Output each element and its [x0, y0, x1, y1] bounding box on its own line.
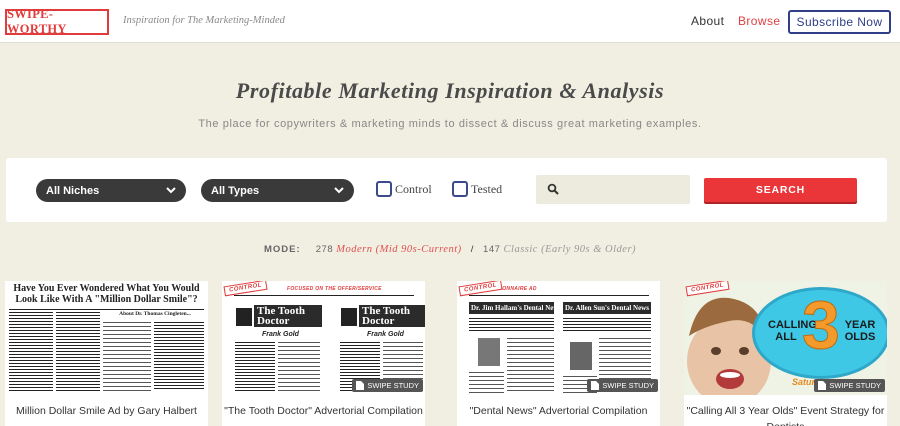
site-logo[interactable]: SWIPE-WORTHY	[5, 7, 109, 36]
swipe-study-badge: SWIPE STUDY	[587, 379, 658, 392]
nav-browse-link[interactable]: Browse	[738, 14, 780, 28]
swipe-study-badge: SWIPE STUDY	[352, 379, 423, 392]
subscribe-button[interactable]: Subscribe Now	[788, 10, 891, 34]
bubble-number: 3	[802, 287, 841, 363]
page-subtitle: The place for copywriters & marketing mi…	[198, 118, 702, 130]
tested-checkbox-label[interactable]: Tested	[471, 182, 502, 197]
card-title[interactable]: "Calling All 3 Year Olds" Event Strategy…	[684, 403, 887, 426]
swipe-card[interactable]: CALLING ALL 3 YEAR OLDS Saturday CONTROL…	[684, 281, 887, 426]
bubble-text-left: CALLING ALL	[768, 319, 817, 343]
doctor-name-left: Frank Gold	[262, 331, 299, 338]
control-checkbox-label[interactable]: Control	[395, 182, 432, 197]
type-select-value: All Types	[211, 184, 260, 197]
page-title: Profitable Marketing Inspiration & Analy…	[235, 78, 665, 103]
swipe-study-badge: SWIPE STUDY	[814, 379, 885, 392]
document-icon	[356, 381, 365, 390]
search-icon	[547, 183, 559, 195]
mode-modern-link[interactable]: Modern (Mid 90s-Current)	[336, 244, 461, 255]
mode-label: MODE:	[263, 244, 301, 255]
card-thumbnail[interactable]: FOCUSED ON THE OFFER/SERVICE The Tooth D…	[222, 281, 425, 395]
control-checkbox[interactable]	[376, 181, 392, 197]
ad-byline: About Dr. Thomas Cingleten...	[119, 311, 191, 317]
filter-bar: All Niches All Types Control Tested SEAR…	[6, 158, 887, 222]
swipe-card[interactable]: QUIZ/QUESTIONNAIRE AD Dr. Jim Hallam's D…	[457, 281, 660, 426]
doctor-name-right: Frank Gold	[367, 331, 404, 338]
card-thumbnail[interactable]: CALLING ALL 3 YEAR OLDS Saturday CONTROL…	[684, 281, 887, 395]
card-title[interactable]: Million Dollar Smile Ad by Gary Halbert	[5, 403, 208, 419]
chevron-down-icon	[334, 187, 344, 194]
doctor-photo	[477, 337, 501, 367]
tested-checkbox[interactable]	[452, 181, 468, 197]
masthead-right: Dr. Allen Sun's Dental News	[565, 304, 649, 312]
card-thumbnail[interactable]: QUIZ/QUESTIONNAIRE AD Dr. Jim Hallam's D…	[457, 281, 660, 395]
document-icon	[591, 381, 600, 390]
chevron-down-icon	[166, 187, 176, 194]
classic-count: 147	[483, 244, 501, 255]
site-header: SWIPE-WORTHY Inspiration for The Marketi…	[0, 0, 900, 43]
search-button[interactable]: SEARCH	[704, 178, 857, 202]
site-tagline: Inspiration for The Marketing-Minded	[123, 15, 285, 26]
nav-about-link[interactable]: About	[691, 14, 724, 28]
card-thumbnail[interactable]: Have You Ever Wondered What You Would Lo…	[5, 281, 208, 395]
niche-select-value: All Niches	[46, 184, 100, 197]
ad-banner-left: The Tooth Doctor	[254, 305, 322, 327]
doctor-photo	[340, 307, 358, 327]
card-title[interactable]: "Dental News" Advertorial Compilation	[457, 403, 660, 419]
type-select[interactable]: All Types	[201, 179, 354, 202]
card-category: FOCUSED ON THE OFFER/SERVICE	[287, 286, 382, 292]
bubble-text-right: YEAR OLDS	[844, 319, 876, 343]
doctor-photo	[235, 307, 253, 327]
document-icon	[818, 381, 827, 390]
mode-switch: MODE: 278 Modern (Mid 90s-Current) / 147…	[0, 244, 900, 255]
card-title[interactable]: "The Tooth Doctor" Advertorial Compilati…	[222, 403, 425, 419]
swipe-card[interactable]: Have You Ever Wondered What You Would Lo…	[5, 281, 208, 426]
ad-banner-right: The Tooth Doctor	[359, 305, 425, 327]
modern-count: 278	[315, 244, 334, 255]
search-input[interactable]	[536, 175, 690, 204]
ad-headline: Have You Ever Wondered What You Would Lo…	[13, 283, 200, 305]
mode-classic-link[interactable]: Classic (Early 90s & Older)	[504, 244, 637, 255]
mode-separator: /	[470, 244, 474, 255]
swipe-card[interactable]: FOCUSED ON THE OFFER/SERVICE The Tooth D…	[222, 281, 425, 426]
masthead-left: Dr. Jim Hallam's Dental News	[471, 304, 562, 312]
niche-select[interactable]: All Niches	[36, 179, 186, 202]
doctor-photo	[569, 341, 593, 371]
